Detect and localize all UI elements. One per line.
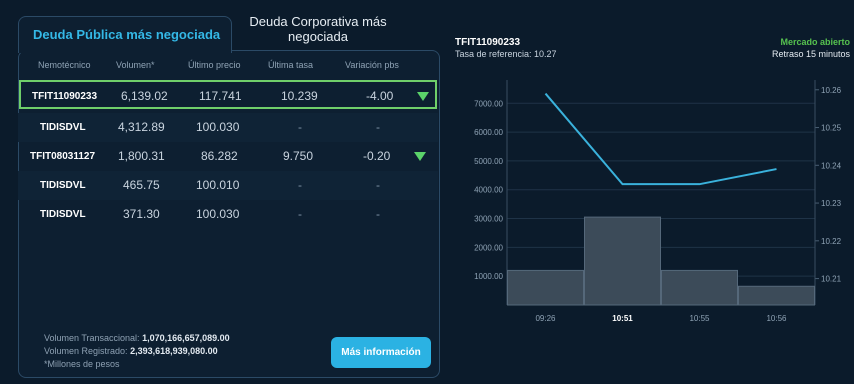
- row-ticker: TIDISDVL: [40, 122, 86, 133]
- row-ticker: TFIT08031127: [30, 151, 96, 162]
- y-left-tick-label: 4000.00: [474, 186, 503, 195]
- transactional-volume-value: 1,070,166,657,089.00: [142, 333, 230, 343]
- y-right-tick-label: 10.21: [821, 275, 842, 284]
- delay-note: Retraso 15 minutos: [771, 49, 850, 59]
- y-left-tick-label: 5000.00: [474, 157, 503, 166]
- y-right-tick-label: 10.22: [821, 237, 842, 246]
- registered-volume-label: Volumen Registrado:: [44, 346, 131, 356]
- volume-bar: [738, 285, 815, 306]
- row-price: 100.030: [196, 207, 240, 221]
- row-variation: -: [376, 207, 380, 221]
- table-header: Nemotécnico Volumen* Último precio Últim…: [18, 60, 438, 76]
- row-rate: 10.239: [281, 89, 318, 103]
- volume-bar: [507, 269, 584, 306]
- table-row[interactable]: TFIT11090233 6,139.02 117.741 10.239 -4.…: [19, 80, 437, 109]
- y-left-tick-label: 3000.00: [474, 215, 503, 224]
- row-price: 117.741: [199, 89, 242, 103]
- row-ticker: TIDISDVL: [40, 209, 86, 220]
- y-right-tick-label: 10.23: [821, 199, 842, 208]
- units-note: *Millones de pesos: [44, 359, 120, 369]
- trend-down-icon: [417, 92, 429, 101]
- row-ticker: TFIT11090233: [32, 91, 98, 102]
- volume-bar: [584, 216, 661, 306]
- row-variation: -0.20: [363, 149, 391, 163]
- row-price: 100.030: [196, 120, 240, 134]
- col-nemotecnico: Nemotécnico: [38, 60, 91, 70]
- registered-volume-value: 2,393,618,939,080.00: [130, 346, 218, 356]
- table-row[interactable]: TIDISDVL 371.30 100.030 - -: [18, 200, 438, 229]
- app-root: Deuda Pública más negociada Deuda Corpor…: [0, 0, 854, 384]
- row-variation: -4.00: [366, 89, 394, 103]
- volume-bar: [661, 269, 738, 306]
- row-volume: 4,312.89: [118, 120, 165, 134]
- row-variation: -: [376, 178, 380, 192]
- col-ultima-tasa: Última tasa: [268, 60, 314, 70]
- market-status: Mercado abierto: [780, 37, 850, 47]
- col-ultimo-precio: Último precio: [188, 60, 241, 70]
- x-tick-label: 10:55: [689, 314, 710, 323]
- y-left-tick-label: 7000.00: [474, 99, 503, 108]
- table-row[interactable]: TIDISDVL 4,312.89 100.030 - -: [18, 113, 438, 142]
- tab-public-debt[interactable]: Deuda Pública más negociada: [18, 16, 232, 53]
- chart-ticker: TFIT11090233: [455, 37, 521, 48]
- row-variation: -: [376, 120, 380, 134]
- row-volume: 6,139.02: [121, 89, 168, 103]
- trend-down-icon: [414, 152, 426, 161]
- row-volume: 465.75: [123, 178, 160, 192]
- y-left-tick-label: 6000.00: [474, 128, 503, 137]
- tab-public-debt-label: Deuda Pública más negociada: [33, 27, 221, 42]
- x-tick-label: 10:51: [612, 314, 633, 323]
- y-right-tick-label: 10.26: [821, 86, 842, 95]
- row-volume: 1,800.31: [118, 149, 165, 163]
- rate-line: [544, 92, 777, 186]
- row-rate: 9.750: [283, 149, 314, 163]
- row-ticker: TIDISDVL: [40, 180, 86, 191]
- row-price: 100.010: [196, 178, 240, 192]
- table-row[interactable]: TFIT08031127 1,800.31 86.282 9.750 -0.20: [18, 142, 438, 171]
- table-row[interactable]: TIDISDVL 465.75 100.010 - -: [18, 171, 438, 200]
- reference-rate: Tasa de referencia: 10.27: [455, 49, 557, 59]
- y-left-tick-label: 2000.00: [474, 243, 503, 252]
- tab-corporate-debt[interactable]: Deuda Corporativa más negociada: [238, 14, 398, 50]
- x-tick-label: 09:26: [535, 314, 556, 323]
- x-tick-label: 10:56: [766, 314, 787, 323]
- transactional-volume-label: Volumen Transaccional:: [44, 333, 143, 343]
- row-rate: -: [298, 120, 302, 134]
- y-right-tick-label: 10.25: [821, 124, 842, 133]
- registered-volume: Volumen Registrado: 2,393,618,939,080.00: [44, 346, 218, 356]
- transactional-volume: Volumen Transaccional: 1,070,166,657,089…: [44, 333, 230, 343]
- row-price: 86.282: [201, 149, 238, 163]
- more-info-button[interactable]: Más información: [331, 337, 431, 368]
- col-volumen: Volumen*: [116, 60, 155, 70]
- row-rate: -: [298, 178, 302, 192]
- y-right-tick-label: 10.24: [821, 161, 842, 170]
- row-rate: -: [298, 207, 302, 221]
- col-variacion: Variación pbs: [345, 60, 399, 70]
- y-left-tick-label: 1000.00: [474, 272, 503, 281]
- row-volume: 371.30: [123, 207, 160, 221]
